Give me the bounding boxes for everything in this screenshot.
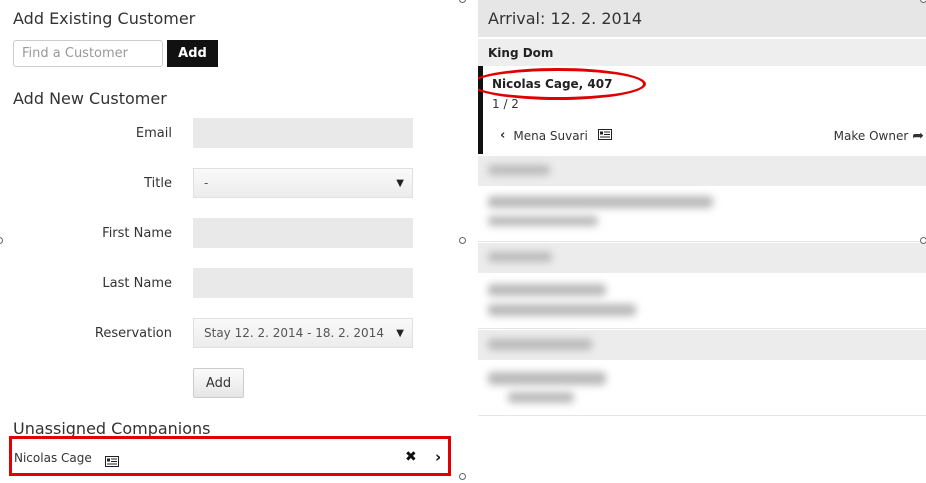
- previous-guest-link[interactable]: ‹ Mena Suvari: [500, 128, 612, 143]
- first-name-label: First Name: [102, 226, 172, 241]
- companion-row[interactable]: Nicolas Cage ✖ ›: [9, 436, 451, 476]
- id-card-icon[interactable]: [105, 452, 119, 471]
- redacted-text: [488, 252, 552, 262]
- redacted-text: [488, 165, 550, 175]
- redacted-guest: [478, 273, 926, 329]
- group-name[interactable]: King Dom: [478, 39, 926, 67]
- redacted-text: [488, 196, 713, 208]
- make-owner-link[interactable]: Make Owner ➦: [834, 128, 924, 144]
- add-new-customer-button[interactable]: Add: [193, 368, 244, 398]
- find-customer-input[interactable]: [13, 40, 163, 67]
- resize-handle[interactable]: [459, 473, 466, 480]
- email-field[interactable]: [193, 118, 413, 148]
- guest-name: Nicolas Cage, 407: [492, 77, 613, 91]
- guest-card: Nicolas Cage, 407 1 / 2 ‹ Mena Suvari Ma…: [478, 66, 926, 154]
- redacted-text: [488, 372, 606, 385]
- reservation-select[interactable]: Stay 12. 2. 2014 - 18. 2. 2014 ▼: [193, 318, 413, 348]
- redacted-guest: [478, 186, 926, 242]
- add-existing-button[interactable]: Add: [167, 40, 218, 67]
- email-label: Email: [135, 126, 172, 141]
- title-label: Title: [144, 176, 172, 191]
- redacted-text: [488, 339, 592, 350]
- redacted-text: [488, 304, 636, 316]
- add-existing-customer-title: Add Existing Customer: [13, 9, 196, 28]
- reservation-label: Reservation: [94, 326, 172, 341]
- resize-handle[interactable]: [920, 237, 926, 244]
- redacted-guest: [478, 361, 926, 416]
- arrival-header: Arrival: 12. 2. 2014: [478, 0, 926, 37]
- chevron-left-icon: ‹: [500, 128, 506, 143]
- last-name-field[interactable]: [193, 268, 413, 298]
- make-owner-label: Make Owner: [833, 129, 909, 143]
- resize-handle[interactable]: [459, 237, 466, 244]
- redacted-text: [508, 392, 574, 403]
- redacted-text: [488, 216, 598, 226]
- previous-guest-name: Mena Suvari: [513, 128, 588, 143]
- reservation-select-value: Stay 12. 2. 2014 - 18. 2. 2014: [204, 326, 384, 340]
- title-select-value: -: [204, 176, 209, 190]
- left-panel: Add Existing Customer Add Add New Custom…: [0, 0, 470, 483]
- guest-pager: 1 / 2: [492, 97, 519, 111]
- companion-name: Nicolas Cage: [14, 451, 92, 465]
- caret-down-icon: ▼: [396, 328, 404, 339]
- redacted-text: [488, 284, 606, 296]
- add-new-customer-title: Add New Customer: [13, 89, 167, 108]
- title-select[interactable]: - ▼: [193, 168, 413, 198]
- close-icon[interactable]: ✖: [405, 449, 417, 465]
- id-card-icon[interactable]: [597, 128, 612, 143]
- share-arrow-icon: ➦: [912, 128, 924, 144]
- last-name-label: Last Name: [102, 276, 172, 291]
- caret-down-icon: ▼: [396, 178, 404, 189]
- first-name-field[interactable]: [193, 218, 413, 248]
- right-panel: Arrival: 12. 2. 2014 King Dom Nicolas Ca…: [478, 0, 926, 483]
- chevron-right-icon[interactable]: ›: [435, 448, 441, 466]
- resize-handle[interactable]: [920, 0, 926, 3]
